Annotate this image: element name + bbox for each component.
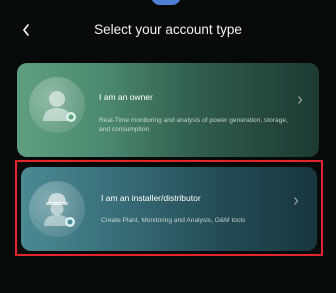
header: Select your account type [0, 0, 336, 50]
owner-card-description: Real-Time monitoring and analysis of pow… [99, 117, 288, 133]
chevron-right-icon [298, 96, 303, 104]
page-title: Select your account type [94, 22, 242, 37]
account-type-owner-card[interactable]: I am an owner Real-Time monitoring and a… [17, 63, 319, 157]
installer-card-title: I am an installer/distributor [101, 193, 201, 203]
owner-avatar-icon [29, 77, 85, 133]
installer-card-description: Create Plant, Monitoring and Analysis, O… [101, 217, 246, 224]
owner-card-title: I am an owner [99, 92, 153, 102]
installer-avatar-icon [29, 181, 85, 237]
account-type-installer-card[interactable]: I am an installer/distributor Create Pla… [21, 167, 317, 251]
chevron-right-icon [294, 197, 299, 205]
